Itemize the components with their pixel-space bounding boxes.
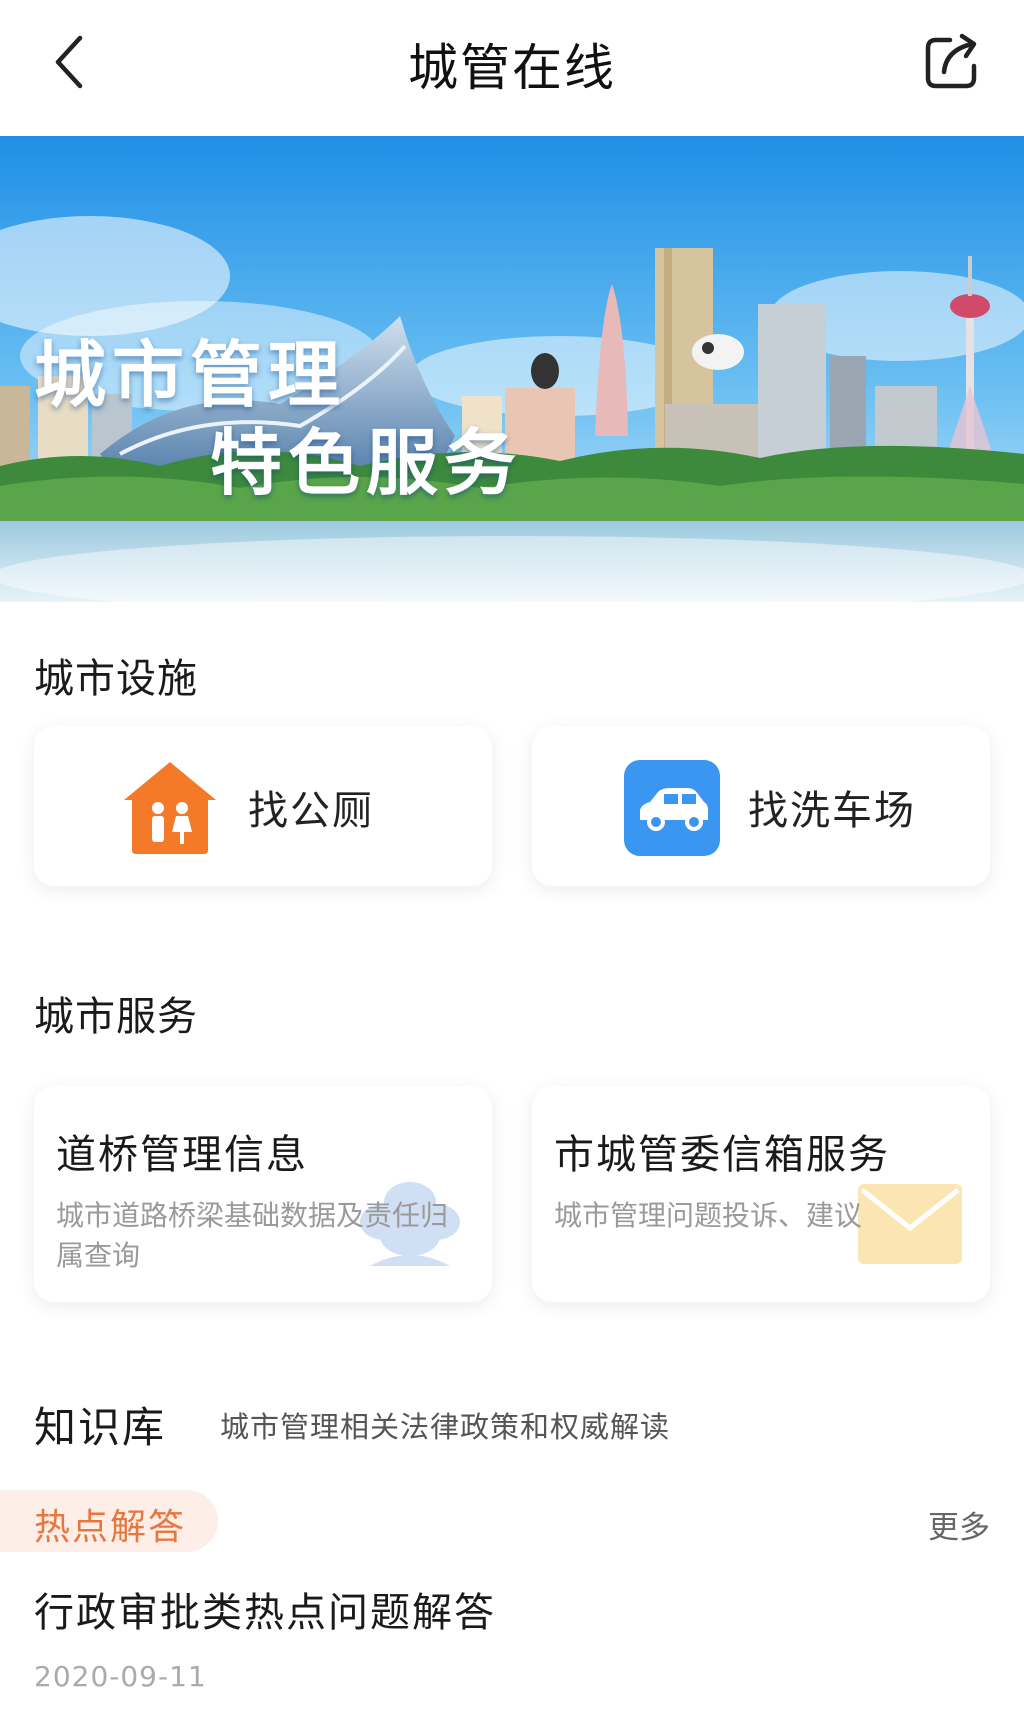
share-button[interactable] <box>920 30 984 94</box>
article-date: 2020-09-11 <box>34 1660 207 1693</box>
restroom-icon <box>120 758 220 858</box>
road-bridge-info-title: 道桥管理信息 <box>56 1132 308 1178</box>
car-icon <box>622 758 722 858</box>
services-section-title: 城市服务 <box>34 994 198 1040</box>
more-link[interactable]: 更多 <box>928 1502 990 1547</box>
page-title: 城管在线 <box>408 39 616 97</box>
facilities-section-title: 城市设施 <box>34 656 198 702</box>
knowledge-section-title: 知识库 <box>34 1403 167 1452</box>
banner-title-line2: 特色服务 <box>210 421 523 505</box>
find-carwash-card[interactable]: 找洗车场 <box>532 726 990 886</box>
find-carwash-label: 找洗车场 <box>748 788 916 834</box>
mailbox-service-title: 市城管委信箱服务 <box>554 1132 890 1178</box>
find-restroom-label: 找公厕 <box>248 788 374 834</box>
road-bridge-info-desc: 城市道路桥梁基础数据及责任归属查询 <box>56 1199 449 1272</box>
mailbox-service-desc: 城市管理问题投诉、建议 <box>554 1199 863 1232</box>
knowledge-subtitle: 城市管理相关法律政策和权威解读 <box>220 1410 671 1444</box>
mailbox-service-card[interactable]: 市城管委信箱服务 城市管理问题投诉、建议 <box>532 1086 990 1302</box>
article-title[interactable]: 行政审批类热点问题解答 <box>34 1580 496 1638</box>
hot-answers-label: 热点解答 <box>34 1507 187 1548</box>
find-restroom-card[interactable]: 找公厕 <box>34 726 492 886</box>
hot-answers-tab[interactable]: 热点解答 <box>0 1490 218 1552</box>
top-bar: 城管在线 <box>0 0 1024 136</box>
hero-banner[interactable]: 城市管理 特色服务 <box>0 136 1024 602</box>
road-bridge-info-card[interactable]: 道桥管理信息 城市道路桥梁基础数据及责任归属查询 <box>34 1086 492 1302</box>
share-icon <box>925 33 977 89</box>
